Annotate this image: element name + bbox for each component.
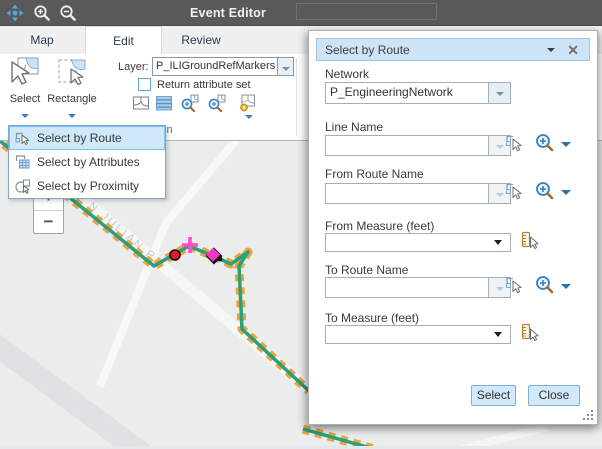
chevron-down-icon: [282, 67, 290, 71]
zoom-to-selection-icon[interactable]: [181, 94, 199, 112]
to-route-zoom-icon[interactable]: [535, 275, 555, 295]
pan-icon[interactable]: [6, 4, 24, 22]
menu-item-select-by-attributes[interactable]: Select by Attributes: [9, 150, 165, 174]
select-dropdown-menu: Select by Route Select by Attributes Sel…: [8, 125, 166, 199]
titlebar-inset-box: [296, 3, 437, 20]
ribbon-group-divider: [296, 58, 297, 136]
zoom-out-icon[interactable]: [59, 4, 77, 22]
panel-header[interactable]: Select by Route ✕: [316, 38, 590, 61]
layer-label: Layer:: [118, 61, 149, 73]
chevron-down-icon: [496, 193, 504, 197]
to-route-zoom-caret-icon[interactable]: [561, 284, 571, 289]
from-measure-pick-icon[interactable]: [521, 231, 541, 251]
window-title: Event Editor: [190, 6, 266, 20]
event-editor-window: N JULIAN RD + −: [0, 0, 602, 449]
select-tool-caret-icon[interactable]: [21, 114, 29, 118]
line-name-zoom-caret-icon[interactable]: [561, 142, 571, 147]
network-dropdown-button[interactable]: [489, 82, 511, 104]
from-measure-caret-icon[interactable]: [494, 240, 502, 245]
menu-item-label: Select by Route: [37, 131, 122, 145]
rectangle-tool-caret-icon[interactable]: [68, 114, 76, 118]
route-select-icon: [15, 130, 31, 146]
select-by-route-panel: Select by Route ✕ Network P_EngineeringN…: [308, 30, 598, 425]
to-route-select-on-map-icon[interactable]: [505, 276, 525, 296]
from-route-zoom-caret-icon[interactable]: [561, 190, 571, 195]
rectangle-tool-button[interactable]: Rectangle: [47, 56, 97, 123]
panel-collapse-caret-icon[interactable]: [547, 48, 555, 52]
chevron-down-icon: [496, 287, 504, 291]
proximity-select-icon: [15, 178, 31, 194]
menu-item-label: Select by Proximity: [37, 179, 139, 193]
selection-options-icon[interactable]: [238, 94, 256, 112]
to-measure-combo[interactable]: [325, 325, 511, 344]
layer-dropdown-button[interactable]: [278, 57, 294, 76]
tab-review[interactable]: Review: [170, 26, 232, 54]
rectangle-tool-label: Rectangle: [47, 93, 97, 105]
network-label: Network: [325, 67, 369, 81]
marker-dot: [218, 257, 223, 262]
line-name-dropdown[interactable]: [325, 135, 489, 156]
from-route-zoom-icon[interactable]: [535, 181, 555, 201]
road-bottom: [438, 427, 548, 449]
select-features-icon[interactable]: [132, 94, 150, 112]
select-tool-button[interactable]: Select: [4, 56, 46, 123]
attributes-select-icon: [15, 154, 31, 170]
attribute-table-icon[interactable]: [155, 94, 173, 112]
panel-close-icon[interactable]: ✕: [567, 42, 579, 58]
select-tool-label: Select: [4, 93, 46, 105]
to-measure-label: To Measure (feet): [325, 311, 419, 325]
line-name-select-on-map-icon[interactable]: [505, 134, 525, 154]
tab-map[interactable]: Map: [16, 26, 68, 54]
menu-item-select-by-route[interactable]: Select by Route: [9, 126, 165, 150]
titlebar: Event Editor: [0, 0, 602, 26]
panel-resize-grip[interactable]: [583, 410, 593, 420]
from-route-select-on-map-icon[interactable]: [505, 182, 525, 202]
layer-dropdown[interactable]: P_ILIGroundRefMarkers: [152, 57, 278, 76]
return-attribute-checkbox[interactable]: [138, 78, 151, 91]
to-route-dropdown[interactable]: [325, 277, 489, 298]
rectangle-tool-icon: [57, 56, 87, 86]
select-button[interactable]: Select: [471, 385, 516, 406]
menu-item-label: Select by Attributes: [37, 155, 140, 169]
marker-red-circle: [170, 250, 180, 260]
from-route-label: From Route Name: [325, 167, 424, 181]
line-name-label: Line Name: [325, 120, 383, 134]
line-name-zoom-icon[interactable]: [535, 133, 555, 153]
from-route-dropdown[interactable]: [325, 183, 489, 204]
from-measure-label: From Measure (feet): [325, 219, 434, 233]
zoom-to-next-selection-icon[interactable]: [208, 94, 226, 112]
panel-title: Select by Route: [325, 43, 410, 57]
close-button[interactable]: Close: [528, 385, 580, 406]
menu-item-select-by-proximity[interactable]: Select by Proximity: [9, 174, 165, 198]
to-measure-caret-icon[interactable]: [494, 332, 502, 337]
road-label: N JULIAN RD: [86, 200, 167, 270]
chevron-down-icon: [496, 145, 504, 149]
selection-options-caret-icon[interactable]: [245, 115, 253, 119]
from-measure-combo[interactable]: [325, 233, 511, 252]
tab-edit[interactable]: Edit: [85, 26, 162, 54]
zoom-in-icon[interactable]: [33, 4, 51, 22]
road-wide: [0, 337, 150, 449]
select-tool-icon: [10, 56, 40, 86]
map-zoom-out-button[interactable]: −: [34, 210, 63, 234]
to-measure-pick-icon[interactable]: [521, 323, 541, 343]
chevron-down-icon: [496, 92, 504, 96]
return-attribute-label: Return attribute set: [157, 79, 251, 91]
network-dropdown[interactable]: P_EngineeringNetwork: [325, 82, 489, 104]
to-route-label: To Route Name: [325, 263, 408, 277]
